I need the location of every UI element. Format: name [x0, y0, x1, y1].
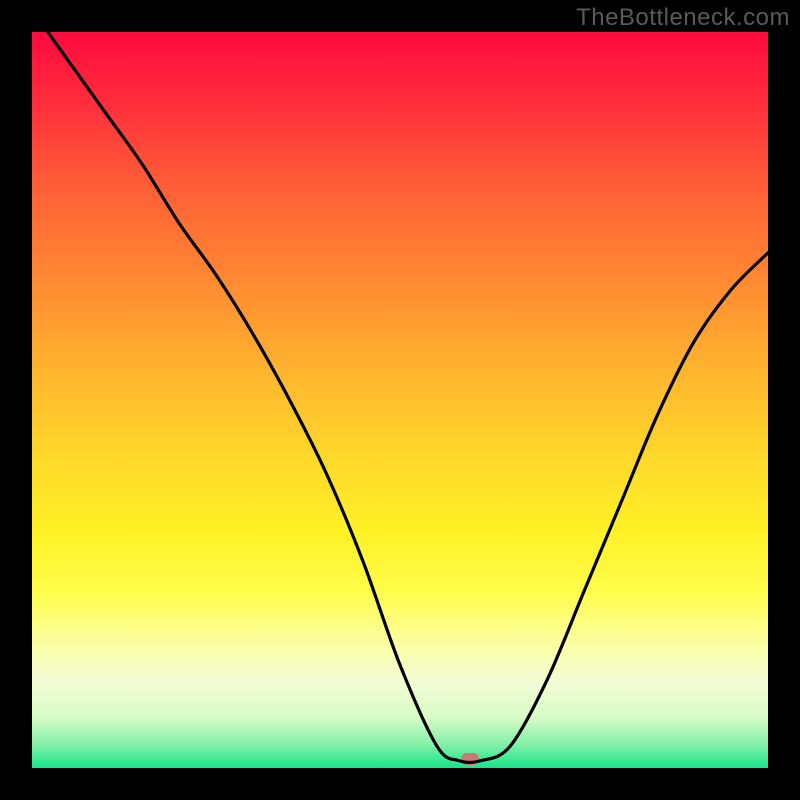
chart-canvas: TheBottleneck.com — [0, 0, 800, 800]
curve-svg — [32, 32, 768, 768]
watermark-text: TheBottleneck.com — [576, 4, 790, 32]
plot-area — [32, 32, 768, 768]
bottleneck-curve — [32, 32, 768, 762]
